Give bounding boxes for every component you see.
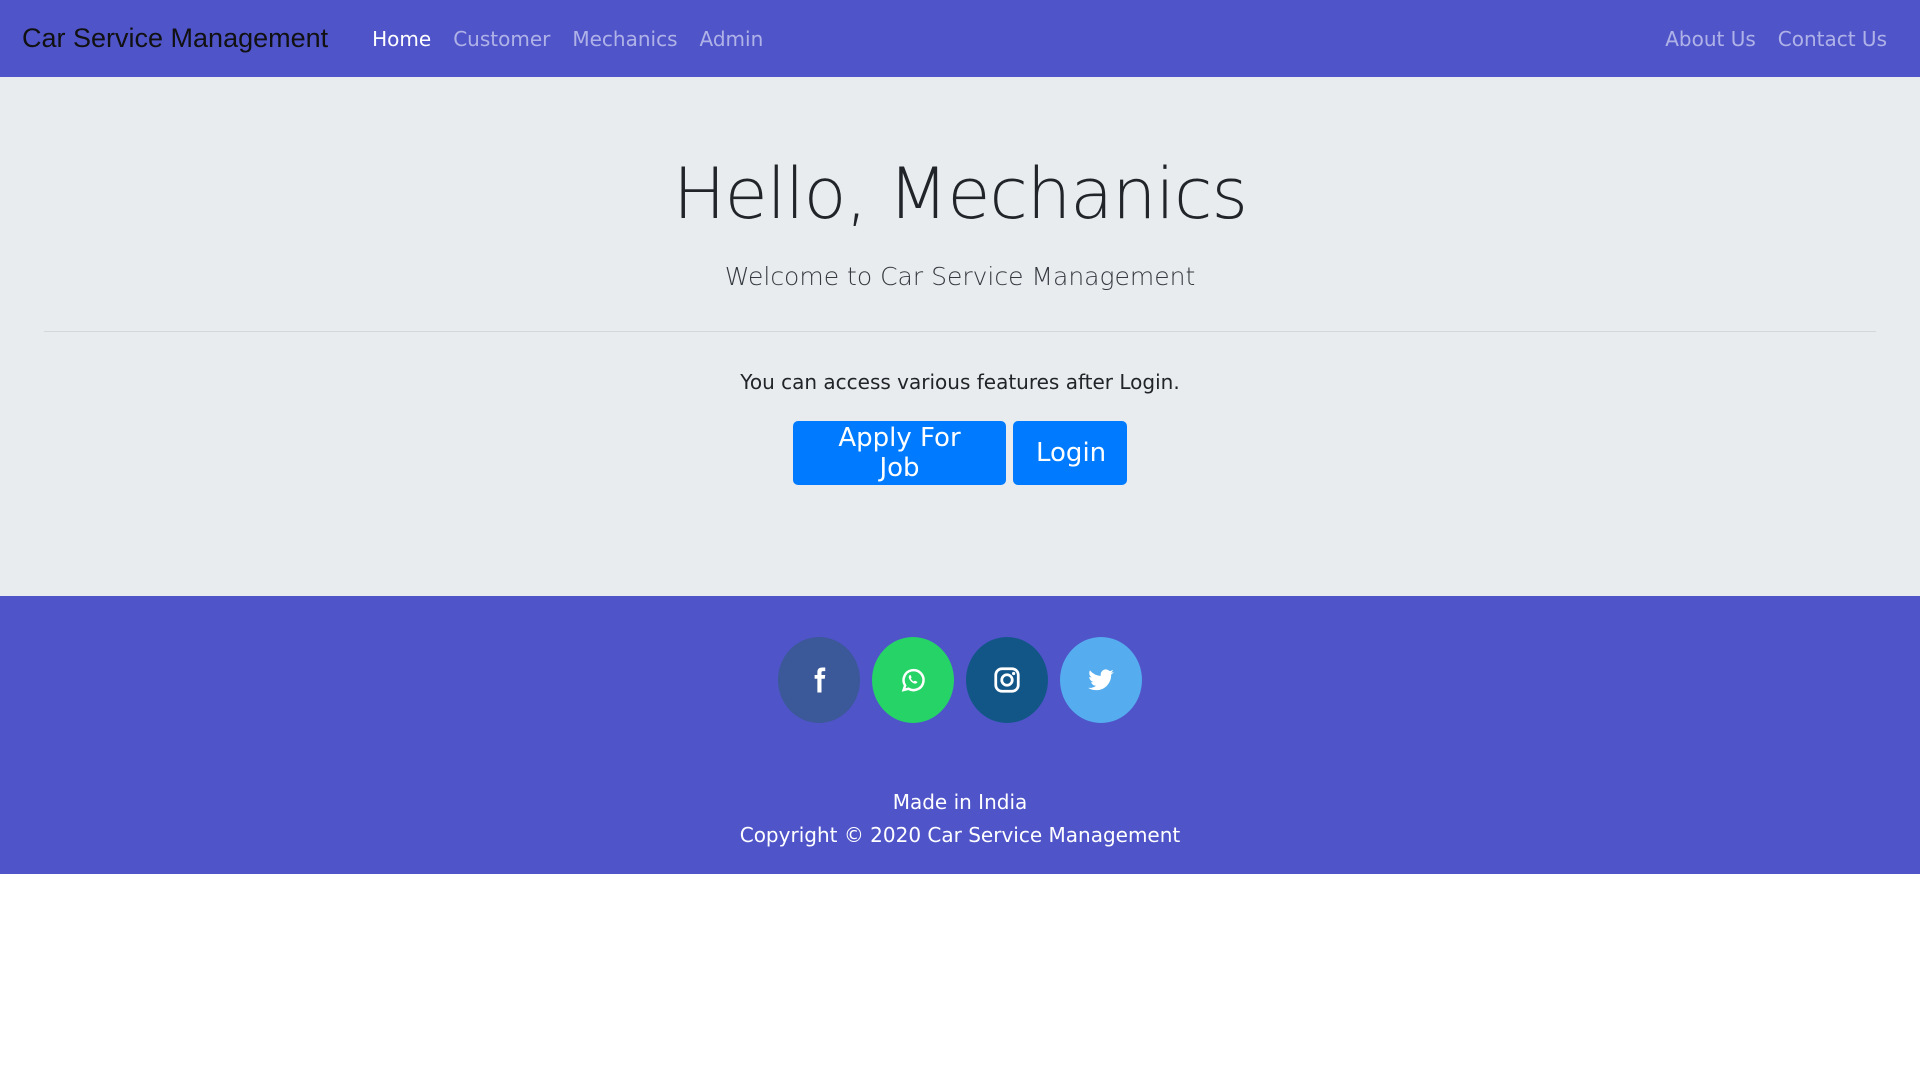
- footer: Made in India Copyright © 2020 Car Servi…: [0, 596, 1920, 874]
- nav-right-menu: About Us Contact Us: [1654, 27, 1898, 51]
- hero-title: Hello, Mechanics: [673, 153, 1248, 235]
- hero-subtitle: Welcome to Car Service Management: [724, 262, 1196, 291]
- twitter-icon: [1088, 669, 1114, 691]
- facebook-icon: [814, 667, 826, 693]
- hero-note: You can access various features after Lo…: [740, 370, 1180, 394]
- whatsapp-icon: [901, 668, 925, 692]
- copyright-text: Copyright © 2020 Car Service Management: [739, 823, 1181, 847]
- nav-link-contact-us[interactable]: Contact Us: [1767, 27, 1898, 51]
- social-links: [0, 637, 1920, 723]
- nav-link-mechanics[interactable]: Mechanics: [561, 27, 688, 51]
- instagram-icon: [994, 667, 1020, 693]
- nav-link-customer[interactable]: Customer: [442, 27, 561, 51]
- nav-link-home[interactable]: Home: [361, 27, 442, 51]
- instagram-button[interactable]: [966, 637, 1048, 723]
- hero-section: Hello, Mechanics Welcome to Car Service …: [0, 77, 1920, 596]
- twitter-button[interactable]: [1060, 637, 1142, 723]
- apply-for-job-button[interactable]: Apply For Job: [793, 421, 1006, 485]
- nav-link-admin[interactable]: Admin: [689, 27, 775, 51]
- nav-left-menu: Home Customer Mechanics Admin: [361, 27, 774, 51]
- navbar: Car Service Management Home Customer Mec…: [0, 0, 1920, 77]
- nav-link-about-us[interactable]: About Us: [1654, 27, 1767, 51]
- brand-link[interactable]: Car Service Management: [22, 23, 328, 54]
- facebook-button[interactable]: [778, 637, 860, 723]
- whatsapp-button[interactable]: [872, 637, 954, 723]
- hero-button-row: Apply For Job Login: [0, 421, 1920, 485]
- made-in-text: Made in India: [892, 790, 1028, 814]
- hero-divider: [44, 331, 1876, 332]
- login-button[interactable]: Login: [1013, 421, 1127, 485]
